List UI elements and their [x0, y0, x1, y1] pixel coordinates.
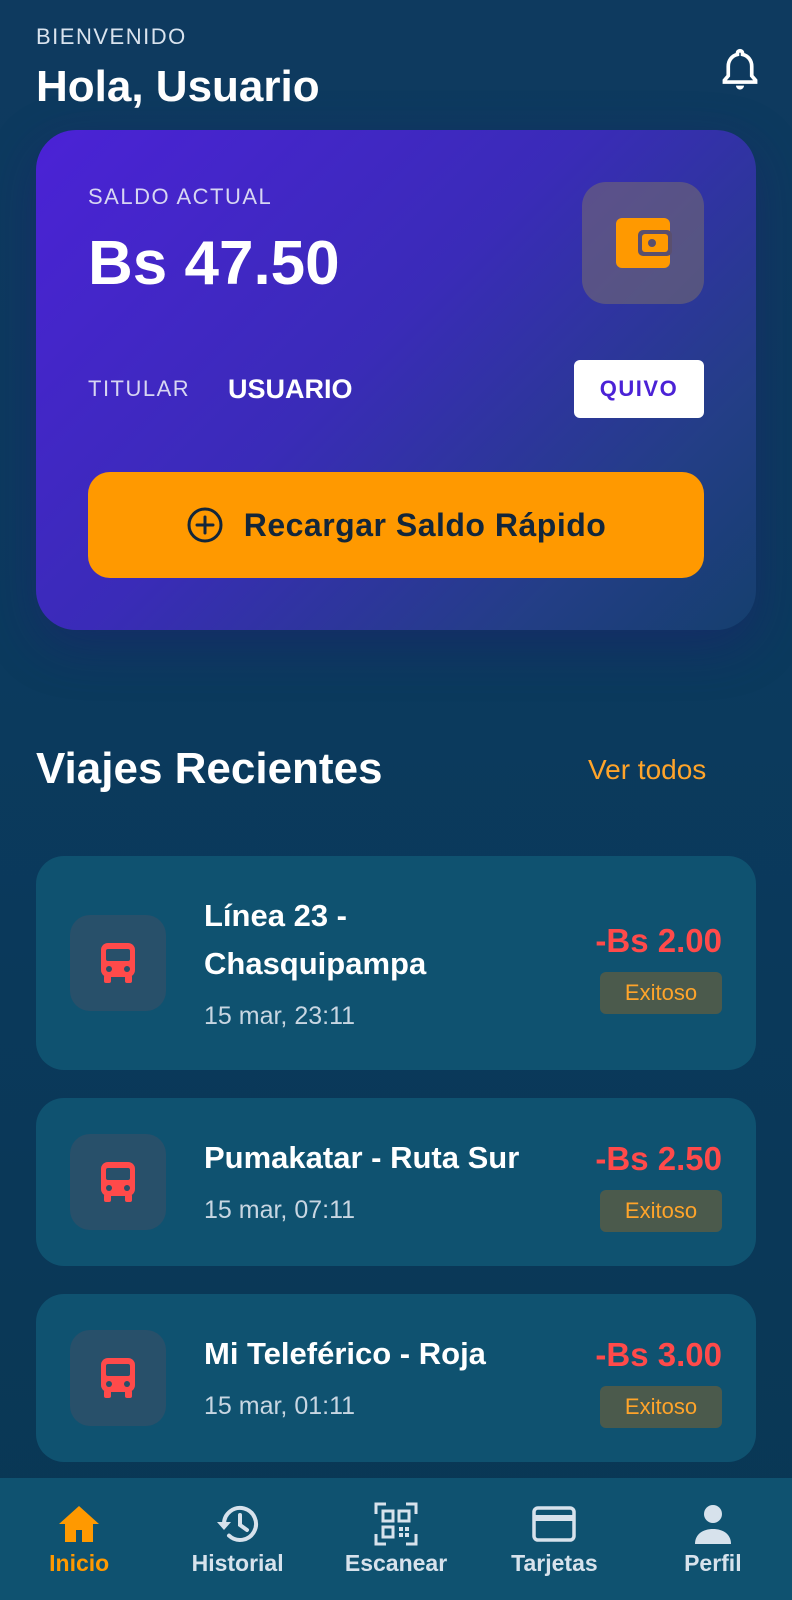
home-icon — [59, 1506, 100, 1542]
balance-card: SALDO ACTUAL Bs 47.50 TITULAR USUARIO QU… — [36, 130, 756, 630]
trip-status-badge: Exitoso — [600, 1386, 722, 1428]
welcome-label: BIENVENIDO — [36, 24, 187, 49]
balance-label: SALDO ACTUAL — [88, 184, 273, 209]
balance-value: Bs 47.50 — [88, 229, 340, 298]
trip-amount: -Bs 2.00 — [595, 922, 722, 959]
trip-status-badge: Exitoso — [600, 972, 722, 1014]
person-icon — [694, 1505, 731, 1544]
trip-card[interactable]: Pumakatar - Ruta Sur 15 mar, 07:11 -Bs 2… — [36, 1098, 756, 1266]
nav-label: Escanear — [344, 1550, 448, 1576]
qr-scan-icon — [374, 1502, 418, 1546]
trip-route-line1: Línea 23 - — [204, 898, 347, 933]
holder-label: TITULAR — [88, 376, 191, 401]
wallet-icon — [582, 182, 704, 304]
brand-badge: QUIVO — [574, 360, 704, 418]
trip-route: Mi Teleférico - Roja — [204, 1336, 486, 1371]
nav-item-inicio[interactable]: Inicio — [0, 1478, 158, 1600]
trip-route: Pumakatar - Ruta Sur — [204, 1140, 520, 1175]
trip-date: 15 mar, 07:11 — [204, 1196, 356, 1224]
nav-item-perfil[interactable]: Perfil — [634, 1478, 792, 1600]
nav-item-escanear[interactable]: Escanear — [317, 1478, 475, 1600]
nav-label: Historial — [191, 1550, 284, 1576]
bus-icon — [70, 1330, 166, 1426]
add-circle-icon — [187, 507, 223, 543]
bus-icon — [70, 1134, 166, 1230]
quick-recharge-button[interactable]: Recargar Saldo Rápido — [88, 472, 704, 578]
trip-card[interactable]: Mi Teleférico - Roja 15 mar, 01:11 -Bs 3… — [36, 1294, 756, 1462]
bus-icon — [70, 915, 166, 1011]
notifications-bell-icon[interactable] — [718, 46, 762, 94]
credit-card-icon — [532, 1506, 577, 1542]
trip-status-badge: Exitoso — [600, 1190, 722, 1232]
holder-value: USUARIO — [228, 374, 353, 404]
nav-item-tarjetas[interactable]: Tarjetas — [475, 1478, 633, 1600]
trip-card[interactable]: Línea 23 - Chasquipampa 15 mar, 23:11 -B… — [36, 856, 756, 1070]
trip-amount: -Bs 2.50 — [595, 1140, 722, 1177]
nav-label: Inicio — [49, 1550, 110, 1576]
quick-recharge-label: Recargar Saldo Rápido — [243, 506, 607, 543]
nav-item-historial[interactable]: Historial — [158, 1478, 316, 1600]
greeting-title: Hola, Usuario — [36, 62, 320, 111]
see-all-link[interactable]: Ver todos — [588, 754, 706, 786]
trip-date: 15 mar, 23:11 — [204, 1002, 356, 1030]
trip-route-line2: Chasquipampa — [204, 946, 427, 981]
trip-date: 15 mar, 01:11 — [204, 1392, 356, 1420]
nav-label: Tarjetas — [511, 1550, 598, 1576]
nav-label: Perfil — [684, 1550, 742, 1576]
trip-amount: -Bs 3.00 — [595, 1336, 722, 1373]
recent-trips-title: Viajes Recientes — [36, 744, 383, 793]
bottom-navigation: Inicio Historial Escanear Tarjetas Perfi… — [0, 1478, 792, 1600]
history-icon — [216, 1506, 258, 1542]
